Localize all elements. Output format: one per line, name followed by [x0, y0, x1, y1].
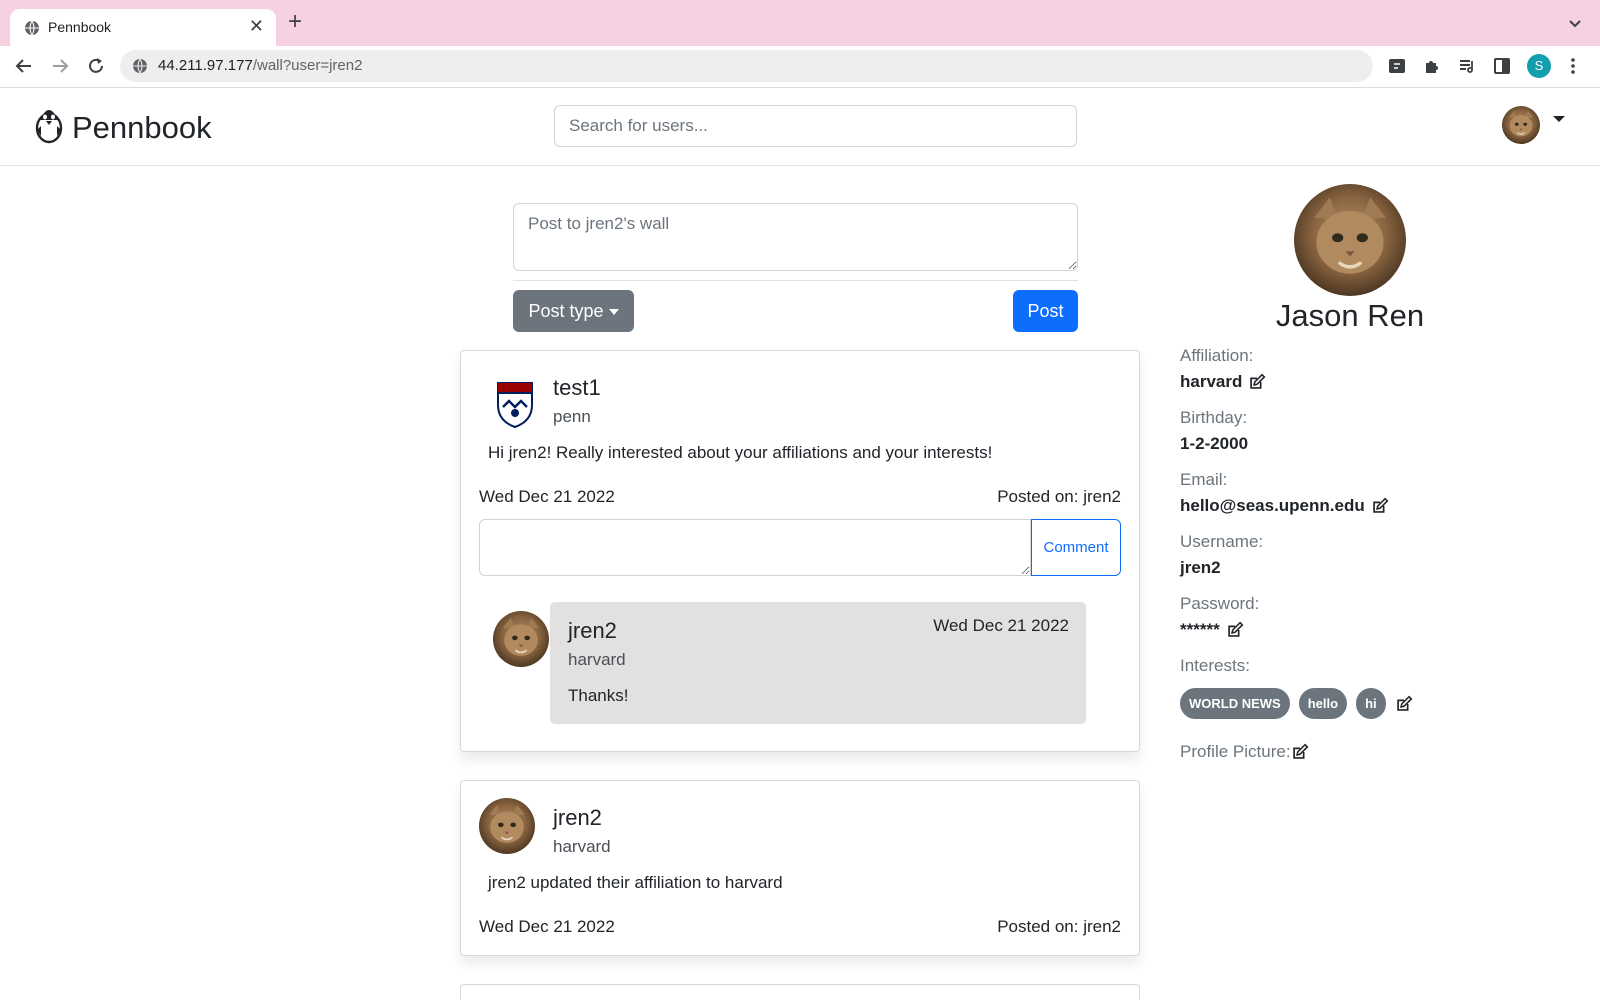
extensions-puzzle-icon[interactable] — [1423, 57, 1441, 80]
edit-password-icon[interactable] — [1226, 621, 1244, 639]
post-body: jren2 updated their affiliation to harva… — [488, 873, 783, 892]
brand-name: Pennbook — [72, 109, 212, 145]
profile-picture — [1294, 184, 1406, 296]
interest-badge: hello — [1298, 688, 1348, 719]
user-menu-caret-icon[interactable] — [1553, 116, 1565, 122]
url-text: 44.211.97.177/wall?user=jren2 — [158, 57, 363, 74]
affiliation-value: harvard — [1180, 372, 1266, 392]
brand-link[interactable]: Pennbook — [34, 106, 212, 149]
tab-search-chevron-icon[interactable] — [1568, 16, 1582, 34]
affiliation-text: harvard — [1180, 372, 1243, 391]
comment-text: Thanks! — [568, 686, 629, 705]
globe-icon — [24, 20, 40, 41]
post-type-dropdown[interactable]: Post type — [513, 290, 634, 332]
comment-date: Wed Dec 21 2022 — [933, 616, 1069, 635]
site-info-icon[interactable] — [132, 58, 148, 79]
penguin-logo-icon — [34, 106, 64, 149]
caret-down-icon — [608, 308, 619, 315]
interest-badge: WORLD NEWS — [1180, 688, 1290, 719]
password-label: Password: — [1180, 594, 1260, 613]
post-card: test1 penn Hi jren2! Really interested a… — [460, 350, 1140, 752]
email-value: hello@seas.upenn.edu — [1180, 496, 1389, 516]
wall-post-input[interactable] — [513, 203, 1078, 271]
address-bar[interactable]: 44.211.97.177/wall?user=jren2 — [120, 50, 1373, 82]
post-avatar — [479, 798, 535, 854]
post-type-label: Post type — [528, 300, 604, 321]
comment-affiliation: harvard — [568, 650, 626, 669]
reading-list-icon[interactable] — [1458, 57, 1476, 80]
user-menu-avatar[interactable] — [1502, 106, 1540, 144]
interests-label: Interests: — [1180, 656, 1250, 675]
email-label: Email: — [1180, 470, 1228, 489]
post-author[interactable]: jren2 — [553, 805, 602, 831]
affiliation-label: Affiliation: — [1180, 346, 1254, 365]
side-panel-icon[interactable] — [1493, 57, 1511, 80]
tab-title: Pennbook — [48, 19, 112, 35]
post-affiliation: harvard — [553, 837, 611, 856]
post-body: Hi jren2! Really interested about your a… — [488, 443, 993, 462]
forward-arrow-icon[interactable] — [50, 56, 70, 81]
password-text: ****** — [1180, 620, 1220, 639]
post-date: Wed Dec 21 2022 — [479, 487, 615, 506]
edit-profile-picture-icon[interactable] — [1291, 743, 1309, 761]
penn-shield-icon — [487, 375, 543, 431]
username-label: Username: — [1180, 532, 1264, 551]
password-value: ****** — [1180, 620, 1244, 640]
post-posted-on: Posted on: jren2 — [997, 917, 1121, 936]
post-button[interactable]: Post — [1013, 290, 1078, 332]
post-card — [460, 984, 1140, 1000]
new-tab-icon[interactable]: + — [288, 10, 302, 34]
post-posted-on: Posted on: jren2 — [997, 487, 1121, 506]
comment: jren2 Wed Dec 21 2022 harvard Thanks! — [550, 602, 1086, 724]
interest-badge: hi — [1356, 688, 1386, 719]
media-extension-icon[interactable] — [1388, 57, 1406, 80]
post-author[interactable]: test1 — [553, 375, 601, 401]
edit-affiliation-icon[interactable] — [1248, 373, 1266, 391]
post-affiliation: penn — [553, 407, 591, 426]
comment-author[interactable]: jren2 — [568, 618, 617, 644]
close-tab-icon[interactable]: ✕ — [249, 16, 264, 36]
edit-interests-icon[interactable] — [1395, 695, 1413, 713]
app-navbar: Pennbook — [0, 88, 1600, 166]
reload-icon[interactable] — [86, 56, 106, 81]
birthday-label: Birthday: — [1180, 408, 1248, 427]
post-card: jren2 harvard jren2 updated their affili… — [460, 780, 1140, 956]
email-text: hello@seas.upenn.edu — [1180, 496, 1365, 515]
browser-tab[interactable]: Pennbook ✕ — [10, 9, 276, 46]
edit-email-icon[interactable] — [1371, 497, 1389, 515]
interests-badges: WORLD NEWS hello hi — [1180, 688, 1413, 719]
browser-tab-strip: Pennbook ✕ + — [0, 0, 1600, 46]
composer-divider — [513, 280, 1078, 281]
comment-input[interactable] — [479, 519, 1031, 576]
profile-picture-label: Profile Picture: — [1180, 742, 1309, 762]
comment-button[interactable]: Comment — [1031, 519, 1121, 576]
profile-name: Jason Ren — [1275, 298, 1425, 333]
browser-toolbar: 44.211.97.177/wall?user=jren2 S — [0, 46, 1600, 88]
birthday-value: 1-2-2000 — [1180, 434, 1249, 453]
user-search-input[interactable] — [554, 105, 1077, 147]
username-value: jren2 — [1180, 558, 1221, 577]
comment-avatar — [493, 611, 549, 667]
profile-picture-text: Profile Picture: — [1180, 742, 1291, 761]
browser-menu-kebab-icon[interactable] — [1570, 57, 1576, 80]
browser-profile-avatar[interactable]: S — [1527, 54, 1551, 78]
post-date: Wed Dec 21 2022 — [479, 917, 615, 936]
back-arrow-icon[interactable] — [14, 56, 34, 81]
